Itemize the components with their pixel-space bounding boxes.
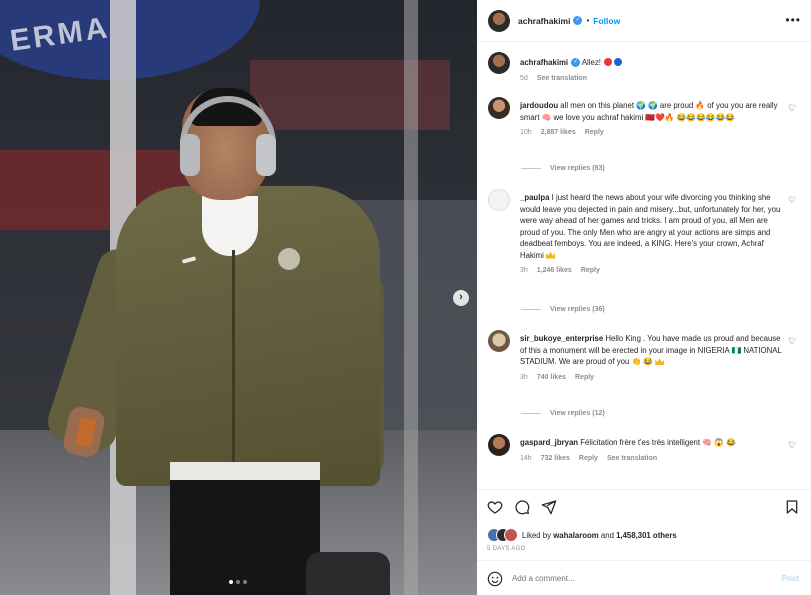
commenter-avatar[interactable] (488, 330, 510, 352)
comment-time: 3h (520, 267, 528, 274)
verified-badge-icon: ✓ (571, 58, 581, 68)
comment-body: _paulpa I just heard the news about your… (520, 192, 782, 277)
comment-likes[interactable]: 1,246 likes (537, 265, 572, 277)
crown-emoji-icon (655, 358, 665, 365)
likes-summary[interactable]: Liked by wahalaroom and 1,458,301 others (487, 528, 677, 542)
comment-body: sir_bukoye_enterprise Hello King . You h… (520, 333, 782, 383)
reply-button[interactable]: Reply (585, 127, 604, 139)
comment-username[interactable]: gaspard_jbryan (520, 438, 578, 447)
comment-likes[interactable]: 740 likes (537, 372, 566, 384)
headphone-cup-left (180, 134, 200, 176)
caption-meta: 5d See translation (520, 73, 782, 85)
view-replies-button[interactable]: View replies (12) (521, 410, 605, 417)
post-header: achrafhakimi ✓ • Follow ••• (477, 0, 811, 42)
comment-text: Félicitation frère t'es très intelligent… (580, 438, 736, 447)
comment-likes[interactable]: 732 likes (541, 453, 570, 465)
carousel-dot (236, 580, 240, 584)
carousel-dots (229, 580, 247, 584)
jacket-zipper (232, 250, 235, 480)
caption-text: Allez! (581, 58, 601, 67)
red-circle-emoji-icon (604, 58, 613, 66)
share-icon[interactable] (541, 499, 557, 515)
author-avatar[interactable] (488, 52, 510, 74)
liked-by-prefix: Liked by (522, 530, 552, 540)
comment-meta: 3h 1,246 likes Reply (520, 265, 782, 277)
post-side-panel: achrafhakimi ✓ • Follow ••• achrafhakimi… (477, 0, 811, 595)
comment-text: I just heard the news about your wife di… (520, 193, 781, 260)
post-date: 5 DAYS AGO (487, 546, 526, 552)
commenter-avatar[interactable] (488, 434, 510, 456)
comment-like-heart-icon[interactable]: ♡ (788, 440, 798, 450)
comment-meta: 10h 2,887 likes Reply (520, 127, 782, 139)
liked-by-suffix: and (600, 530, 614, 540)
comment-like-heart-icon[interactable]: ♡ (788, 195, 798, 205)
author-username[interactable]: achrafhakimi (518, 16, 570, 26)
comment-like-heart-icon[interactable]: ♡ (788, 336, 798, 346)
add-comment-bar: Post (477, 560, 811, 595)
comment-likes[interactable]: 2,887 likes (541, 127, 576, 139)
carousel-dot (243, 580, 247, 584)
add-comment-input[interactable] (512, 574, 782, 583)
comment-body: gaspard_jbryan Félicitation frère t'es t… (520, 437, 782, 464)
comment-meta: 3h 740 likes Reply (520, 372, 782, 384)
view-replies-button[interactable]: View replies (63) (521, 165, 605, 172)
liker-avatar (504, 528, 518, 542)
liker-avatars (487, 528, 518, 542)
comment-body: jardoudou all men on this planet 🌍 🌍 are… (520, 100, 782, 139)
comment-like-heart-icon[interactable]: ♡ (788, 103, 798, 113)
headphone-cup-right (256, 134, 276, 176)
liked-by-user[interactable]: wahalaroom (553, 531, 599, 540)
see-translation-link[interactable]: See translation (537, 73, 587, 85)
comments-list[interactable]: achrafhakimi ✓ Allez! 5d See translation … (477, 43, 811, 489)
caption-time: 5d (520, 74, 528, 82)
smiley-icon[interactable] (487, 571, 503, 587)
reply-button[interactable]: Reply (579, 453, 598, 465)
commenter-avatar[interactable] (488, 97, 510, 119)
travel-bag (306, 552, 390, 595)
view-replies-button[interactable]: View replies (36) (521, 306, 605, 313)
background-pillar (404, 0, 418, 595)
verified-badge-icon: ✓ (573, 16, 583, 25)
person-tshirt (202, 196, 258, 256)
heart-icon[interactable] (487, 499, 503, 515)
more-options-icon[interactable]: ••• (785, 13, 801, 27)
comment-meta: 14h 732 likes Reply See translation (520, 453, 782, 465)
author-avatar[interactable] (488, 9, 510, 32)
background-red-panel (250, 60, 450, 130)
crown-emoji-icon (546, 251, 555, 259)
comment-username[interactable]: _paulpa (520, 193, 549, 202)
carousel-next-button[interactable]: › (453, 290, 469, 306)
post-comment-button[interactable]: Post (782, 574, 799, 583)
bookmark-icon[interactable] (784, 499, 800, 515)
follow-button[interactable]: Follow (593, 16, 620, 26)
comment-username[interactable]: jardoudou (520, 101, 558, 110)
comment-text: all men on this planet 🌍 🌍 are proud 🔥 o… (520, 101, 778, 122)
carousel-dot-active (229, 580, 233, 584)
caption-username[interactable]: achrafhakimi (520, 58, 568, 67)
likes-count[interactable]: 1,458,301 others (616, 531, 677, 540)
action-icons (487, 499, 557, 515)
comment-time: 3h (520, 373, 528, 381)
blue-circle-emoji-icon (614, 58, 623, 66)
comment-username[interactable]: sir_bukoye_enterprise (520, 334, 603, 343)
see-translation-link[interactable]: See translation (607, 453, 657, 465)
caption-body: achrafhakimi ✓ Allez! 5d See translation (520, 57, 782, 84)
person-pants (170, 480, 320, 595)
comment-time: 10h (520, 129, 532, 136)
club-crest-icon (278, 248, 300, 270)
comment-time: 14h (520, 454, 532, 462)
reply-button[interactable]: Reply (575, 372, 594, 384)
commenter-avatar[interactable] (488, 189, 510, 211)
separator-dot: • (586, 16, 590, 25)
post-actions: Liked by wahalaroom and 1,458,301 others… (477, 489, 811, 595)
comment-icon[interactable] (514, 499, 530, 515)
post-media[interactable]: ERMA › (0, 0, 477, 595)
reply-button[interactable]: Reply (581, 265, 600, 277)
